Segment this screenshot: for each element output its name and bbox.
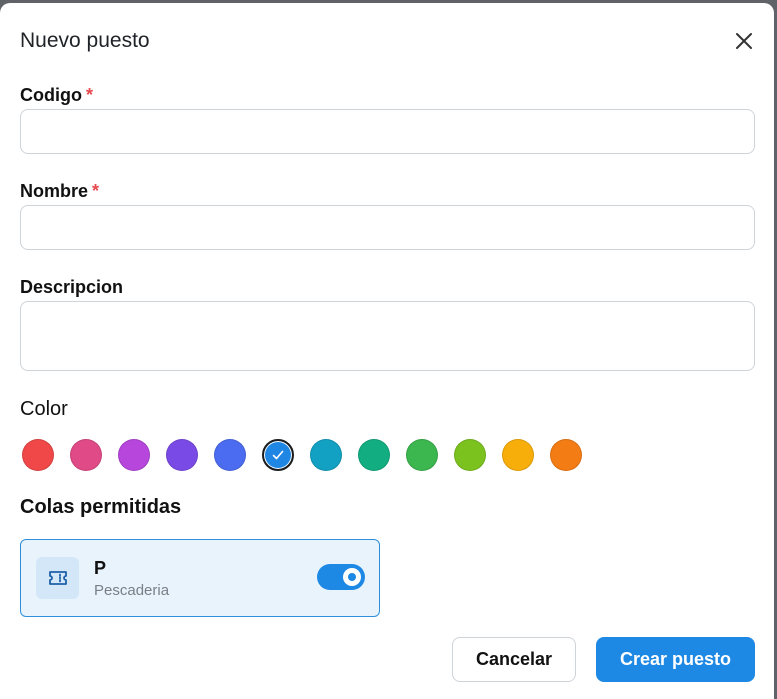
nombre-input[interactable]	[20, 205, 755, 250]
color-swatch-cyan[interactable]	[310, 439, 342, 471]
color-swatch-violet[interactable]	[166, 439, 198, 471]
color-swatch-group	[22, 439, 582, 473]
new-station-dialog: Nuevo puesto Codigo * Nombre * Descripcion…	[0, 3, 774, 699]
allowed-queues-title: Colas permitidas	[20, 496, 182, 518]
codigo-label-text: Codigo	[20, 85, 82, 105]
color-swatch-amber[interactable]	[502, 439, 534, 471]
nombre-label: Nombre *	[20, 181, 99, 202]
required-mark: *	[92, 181, 100, 201]
color-swatch-teal[interactable]	[358, 439, 390, 471]
ticket-icon	[48, 571, 67, 585]
color-swatch-green[interactable]	[406, 439, 438, 471]
color-swatch-orange[interactable]	[550, 439, 582, 471]
close-button[interactable]	[731, 28, 757, 54]
color-swatch-lime[interactable]	[454, 439, 486, 471]
color-swatch-pink[interactable]	[70, 439, 102, 471]
queue-name: Pescaderia	[94, 582, 170, 599]
nombre-label-text: Nombre	[20, 181, 89, 201]
codigo-input[interactable]	[20, 109, 755, 154]
descripcion-textarea[interactable]	[20, 301, 755, 371]
queue-card[interactable]: P Pescaderia	[20, 539, 380, 617]
color-swatch-purple[interactable]	[118, 439, 150, 471]
required-mark: *	[85, 85, 93, 105]
create-station-button[interactable]: Crear puesto	[596, 637, 755, 682]
toggle-knob	[343, 568, 361, 586]
descripcion-label: Descripcion	[20, 277, 124, 297]
color-swatch-red[interactable]	[22, 439, 54, 471]
ticket-icon-box	[36, 557, 79, 599]
toggle-dot	[348, 573, 356, 581]
close-icon	[736, 33, 752, 49]
color-swatch-sky-blue[interactable]	[262, 439, 294, 471]
color-label: Color	[20, 398, 68, 420]
dialog-title: Nuevo puesto	[20, 29, 150, 52]
codigo-label: Codigo *	[20, 85, 93, 106]
queue-toggle[interactable]	[317, 564, 365, 590]
check-icon	[272, 450, 284, 460]
color-swatch-blue[interactable]	[214, 439, 246, 471]
cancel-button[interactable]: Cancelar	[452, 637, 576, 682]
queue-code: P	[94, 558, 107, 578]
